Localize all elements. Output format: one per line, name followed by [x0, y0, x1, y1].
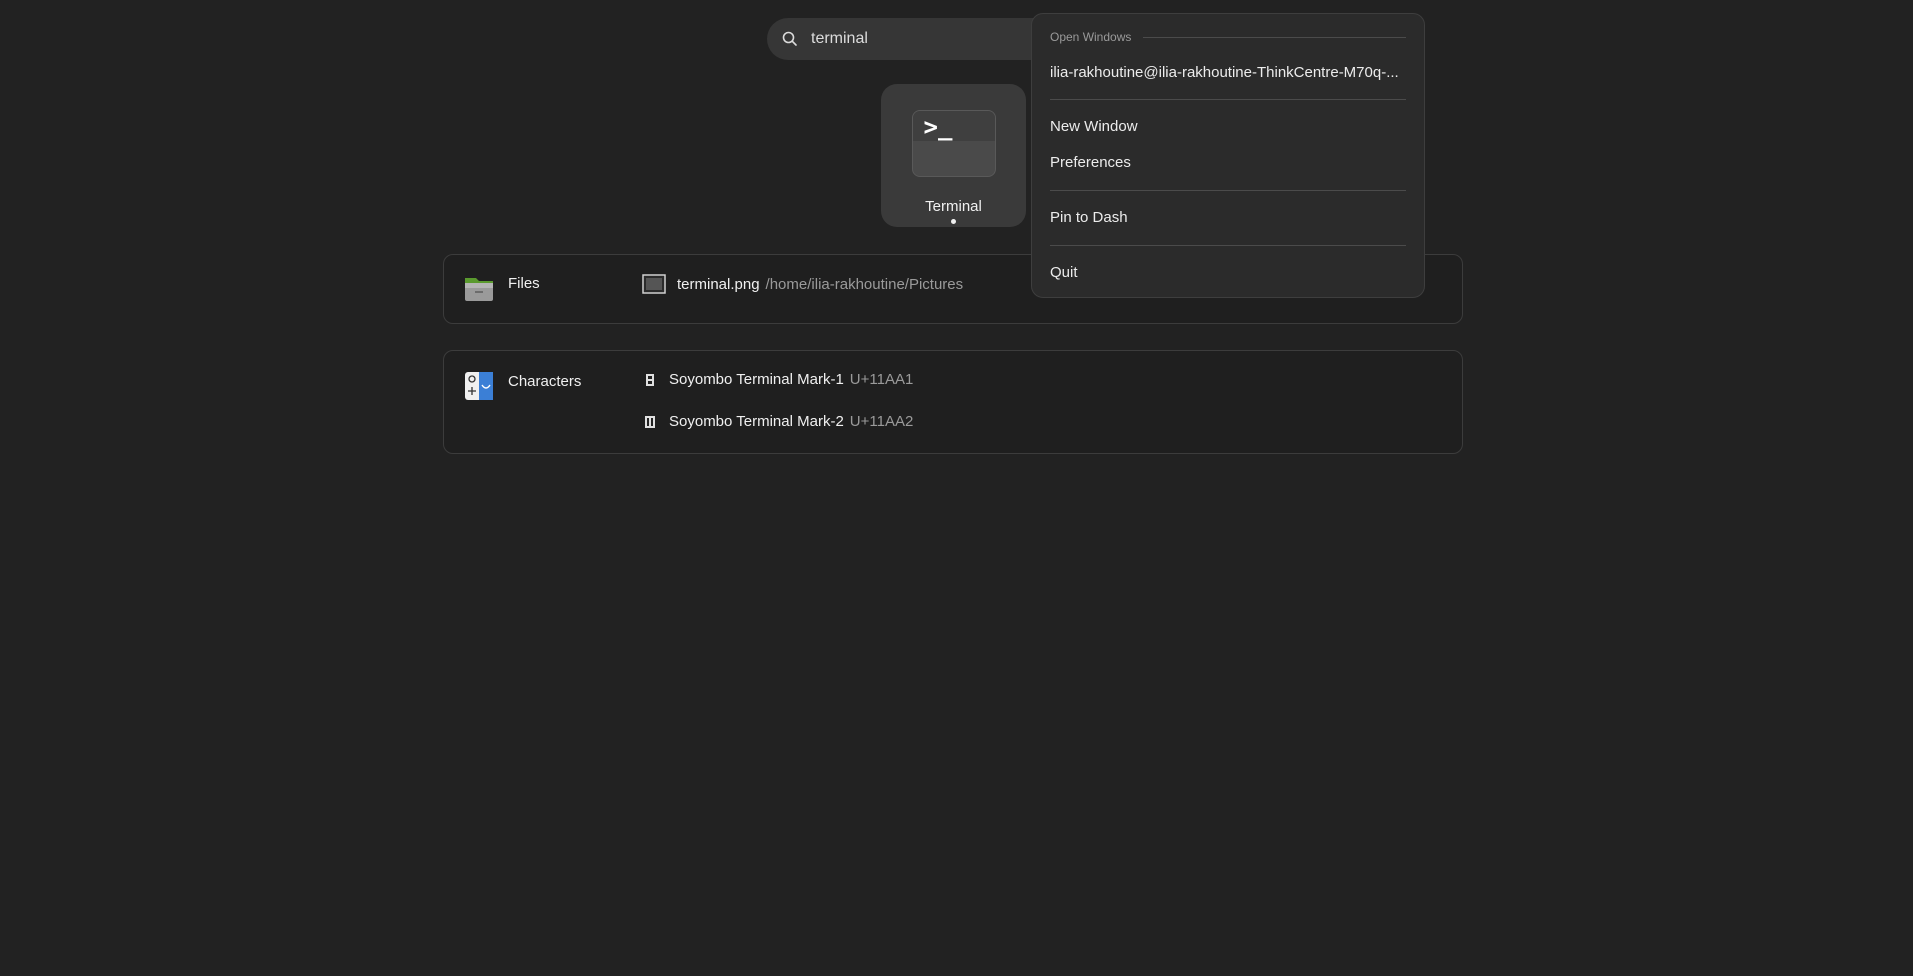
characters-results-section: Characters Soyombo Terminal Mark-1 U+11A… — [443, 350, 1463, 454]
menu-item-new-window[interactable]: New Window — [1050, 118, 1138, 135]
menu-item-quit[interactable]: Quit — [1050, 264, 1078, 281]
search-icon — [782, 31, 797, 46]
app-result-terminal[interactable]: >_ Terminal — [881, 84, 1026, 227]
menu-item-preferences[interactable]: Preferences — [1050, 154, 1131, 171]
file-result-path: /home/ilia-rakhoutine/Pictures — [765, 275, 964, 293]
menu-separator — [1050, 245, 1406, 246]
character-result[interactable]: Soyombo Terminal Mark-1 U+11AA1 — [644, 371, 913, 388]
app-result-label: Terminal — [925, 198, 982, 215]
menu-separator — [1050, 190, 1406, 191]
characters-provider[interactable]: Characters — [464, 371, 581, 401]
character-result-code: U+11AA2 — [849, 413, 914, 430]
file-result-title: terminal.png — [677, 275, 760, 293]
menu-item-open-window[interactable]: ilia-rakhoutine@ilia-rakhoutine-ThinkCen… — [1050, 64, 1399, 81]
search-query: terminal — [811, 30, 868, 47]
image-file-icon — [642, 274, 666, 294]
character-result-title: Soyombo Terminal Mark-1 — [669, 371, 844, 388]
character-glyph-icon — [645, 415, 655, 428]
files-folder-icon — [465, 278, 493, 301]
files-provider[interactable]: Files — [464, 273, 540, 303]
running-indicator — [951, 219, 956, 224]
characters-provider-name: Characters — [508, 373, 582, 390]
character-result[interactable]: Soyombo Terminal Mark-2 U+11AA2 — [644, 413, 913, 430]
open-windows-header: Open Windows — [1050, 30, 1406, 44]
menu-item-pin-to-dash[interactable]: Pin to Dash — [1050, 209, 1128, 226]
files-provider-name: Files — [508, 275, 540, 292]
terminal-icon: >_ — [911, 110, 996, 177]
character-glyph-icon — [646, 373, 654, 386]
character-result-code: U+11AA1 — [849, 371, 914, 388]
file-result[interactable]: terminal.png /home/ilia-rakhoutine/Pictu… — [642, 274, 963, 294]
character-result-title: Soyombo Terminal Mark-2 — [669, 413, 844, 430]
characters-app-icon — [465, 372, 493, 400]
app-context-menu: Open Windows ilia-rakhoutine@ilia-rakhou… — [1031, 13, 1425, 298]
menu-separator — [1050, 99, 1406, 100]
